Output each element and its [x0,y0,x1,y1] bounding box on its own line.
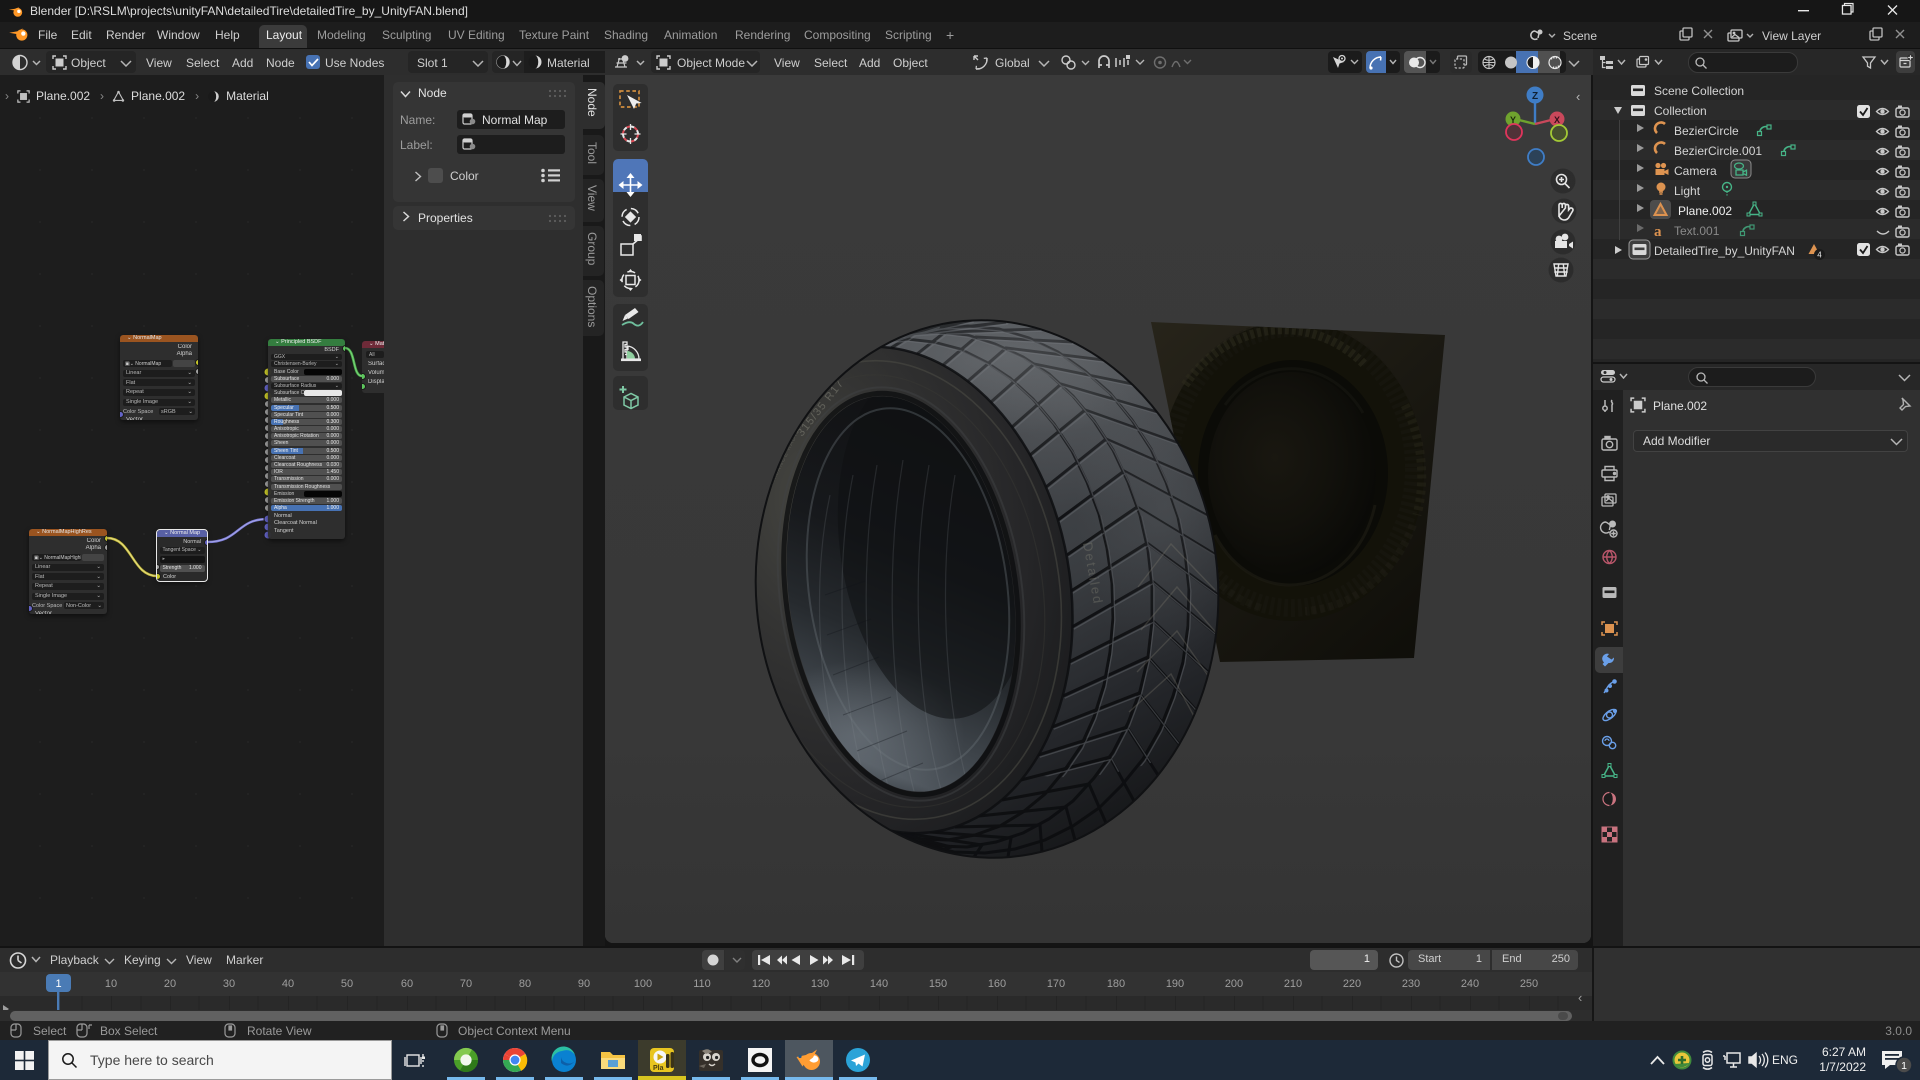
svg-text:60: 60 [401,978,413,990]
svg-text:90: 90 [578,978,590,990]
svg-text:200: 200 [1225,978,1243,990]
svg-text:Text.001: Text.001 [1674,224,1720,238]
svg-text:70: 70 [460,978,472,990]
svg-text:Z: Z [1532,91,1538,102]
svg-text:180: 180 [1107,978,1125,990]
svg-text:190: 190 [1166,978,1184,990]
svg-text:110: 110 [693,978,711,990]
svg-text:BezierCircle: BezierCircle [1674,124,1739,138]
svg-text:4: 4 [1817,251,1822,260]
svg-text:Select: Select [33,1024,67,1038]
svg-text:Collection: Collection [1654,104,1707,118]
svg-text:DetailedTire_by_UnityFAN: DetailedTire_by_UnityFAN [1654,244,1795,258]
svg-text:Object Context Menu: Object Context Menu [458,1024,571,1038]
svg-text:100: 100 [634,978,652,990]
svg-text:80: 80 [519,978,531,990]
svg-text:160: 160 [988,978,1006,990]
svg-text:170: 170 [1047,978,1065,990]
svg-text:1: 1 [55,978,61,990]
svg-text:30: 30 [223,978,235,990]
svg-text:140: 140 [870,978,888,990]
svg-text:220: 220 [1343,978,1361,990]
svg-text:10: 10 [105,978,117,990]
svg-text:240: 240 [1461,978,1479,990]
svg-text:1: 1 [1901,1060,1907,1072]
svg-text:Camera: Camera [1674,164,1717,178]
svg-text:Plane.002: Plane.002 [1678,204,1732,218]
svg-text:Scene Collection: Scene Collection [1654,84,1744,98]
svg-text:X: X [1554,115,1560,125]
svg-text:130: 130 [811,978,829,990]
svg-text:Rotate View: Rotate View [247,1024,312,1038]
svg-text:a: a [1654,224,1662,240]
svg-text:120: 120 [752,978,770,990]
svg-text:230: 230 [1402,978,1420,990]
svg-text:40: 40 [282,978,294,990]
svg-text:250: 250 [1520,978,1538,990]
svg-text:Pla: Pla [653,1065,664,1072]
svg-text:BezierCircle.001: BezierCircle.001 [1674,144,1762,158]
svg-text:50: 50 [341,978,353,990]
svg-text:Light: Light [1674,184,1701,198]
svg-text:20: 20 [164,978,176,990]
svg-text:Box Select: Box Select [100,1024,158,1038]
svg-text:150: 150 [929,978,947,990]
svg-text:210: 210 [1284,978,1302,990]
